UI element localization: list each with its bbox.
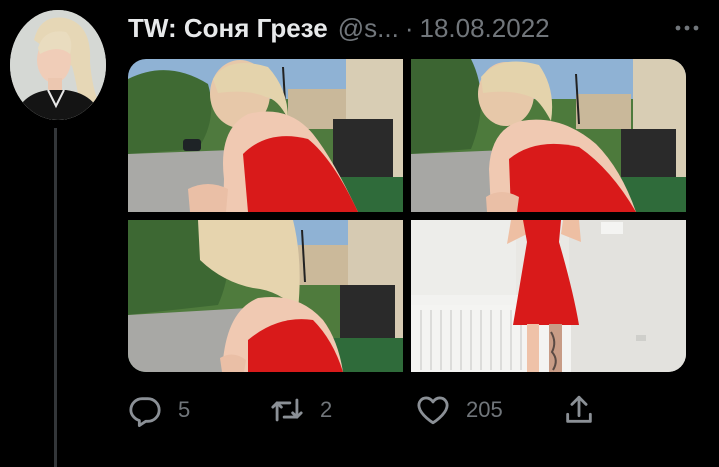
reply-count: 5	[178, 397, 191, 422]
author-handle[interactable]: @s...	[338, 13, 399, 44]
tweet-date[interactable]: 18.08.2022	[419, 13, 549, 44]
photo-4[interactable]	[411, 220, 686, 372]
tweet-actions: 5 2 205	[128, 390, 598, 430]
photo-2[interactable]	[411, 59, 686, 212]
more-horizontal-icon[interactable]	[673, 14, 701, 42]
retweet-icon	[271, 398, 303, 422]
author-name[interactable]: TW: Соня Грезе	[128, 13, 328, 44]
reply-icon	[129, 397, 161, 427]
like-count: 205	[466, 397, 503, 422]
retweet-button[interactable]: 2	[270, 390, 332, 430]
retweet-count: 2	[320, 397, 333, 422]
like-button[interactable]: 205	[416, 390, 503, 430]
reply-button[interactable]: 5	[128, 390, 190, 430]
share-button[interactable]	[562, 390, 596, 430]
thread-line	[54, 128, 57, 467]
share-icon	[566, 395, 592, 423]
avatar-image	[10, 10, 106, 120]
photo-3[interactable]	[128, 220, 403, 372]
media-grid	[128, 59, 686, 372]
tweet-header: TW: Соня Грезе @s... · 18.08.2022	[128, 10, 709, 46]
author-avatar[interactable]	[10, 10, 106, 120]
heart-icon	[417, 396, 449, 425]
separator-dot: ·	[404, 12, 414, 43]
photo-1[interactable]	[128, 59, 403, 212]
